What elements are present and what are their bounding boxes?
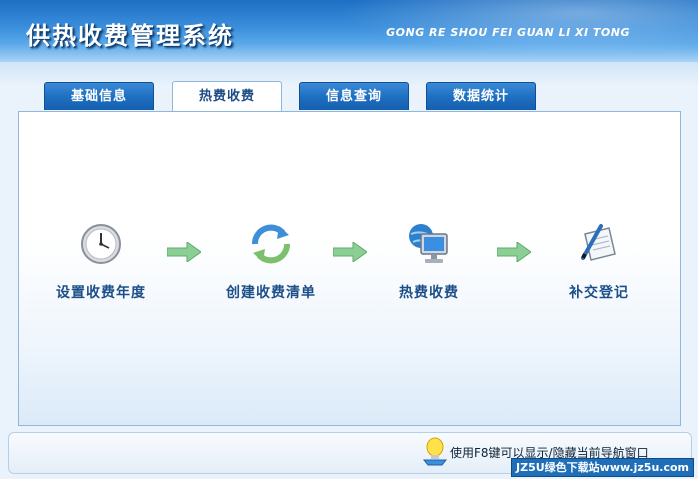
tab-data-stats[interactable]: 数据统计 bbox=[426, 82, 536, 110]
arrow-right-icon bbox=[333, 242, 367, 262]
arrow-right-icon bbox=[167, 242, 201, 262]
app-title: 供热收费管理系统 bbox=[26, 21, 234, 50]
notepad-pen-icon bbox=[575, 220, 623, 268]
tab-basic-info[interactable]: 基础信息 bbox=[44, 82, 154, 110]
tab-heating-fee[interactable]: 热费收费 bbox=[172, 81, 282, 113]
step-supplementary-register[interactable]: 补交登记 bbox=[539, 220, 659, 302]
step-label: 热费收费 bbox=[399, 285, 459, 301]
refresh-icon bbox=[247, 220, 295, 268]
step-label: 设置收费年度 bbox=[56, 285, 146, 301]
tab-bar: 基础信息 热费收费 信息查询 数据统计 bbox=[0, 81, 698, 113]
header-banner: 供热收费管理系统 GONG RE SHOU FEI GUAN LI XI TON… bbox=[0, 0, 698, 62]
arrow-right-icon bbox=[497, 242, 531, 262]
step-label: 创建收费清单 bbox=[226, 285, 316, 301]
step-label: 补交登记 bbox=[569, 285, 629, 301]
workflow-panel: 设置收费年度 创建收费清单 热费收费 补交登记 bbox=[18, 111, 681, 426]
lightbulb-icon bbox=[422, 437, 448, 466]
computer-globe-icon bbox=[405, 220, 453, 268]
tab-info-query[interactable]: 信息查询 bbox=[299, 82, 409, 110]
step-set-fee-year[interactable]: 设置收费年度 bbox=[41, 220, 161, 302]
step-create-fee-list[interactable]: 创建收费清单 bbox=[211, 220, 331, 302]
header-subbar bbox=[0, 62, 698, 84]
step-heating-fee[interactable]: 热费收费 bbox=[369, 220, 489, 302]
clock-icon bbox=[77, 220, 125, 268]
app-pinyin: GONG RE SHOU FEI GUAN LI XI TONG bbox=[386, 26, 630, 39]
watermark-badge: JZ5U绿色下载站www.jz5u.com bbox=[511, 458, 694, 477]
